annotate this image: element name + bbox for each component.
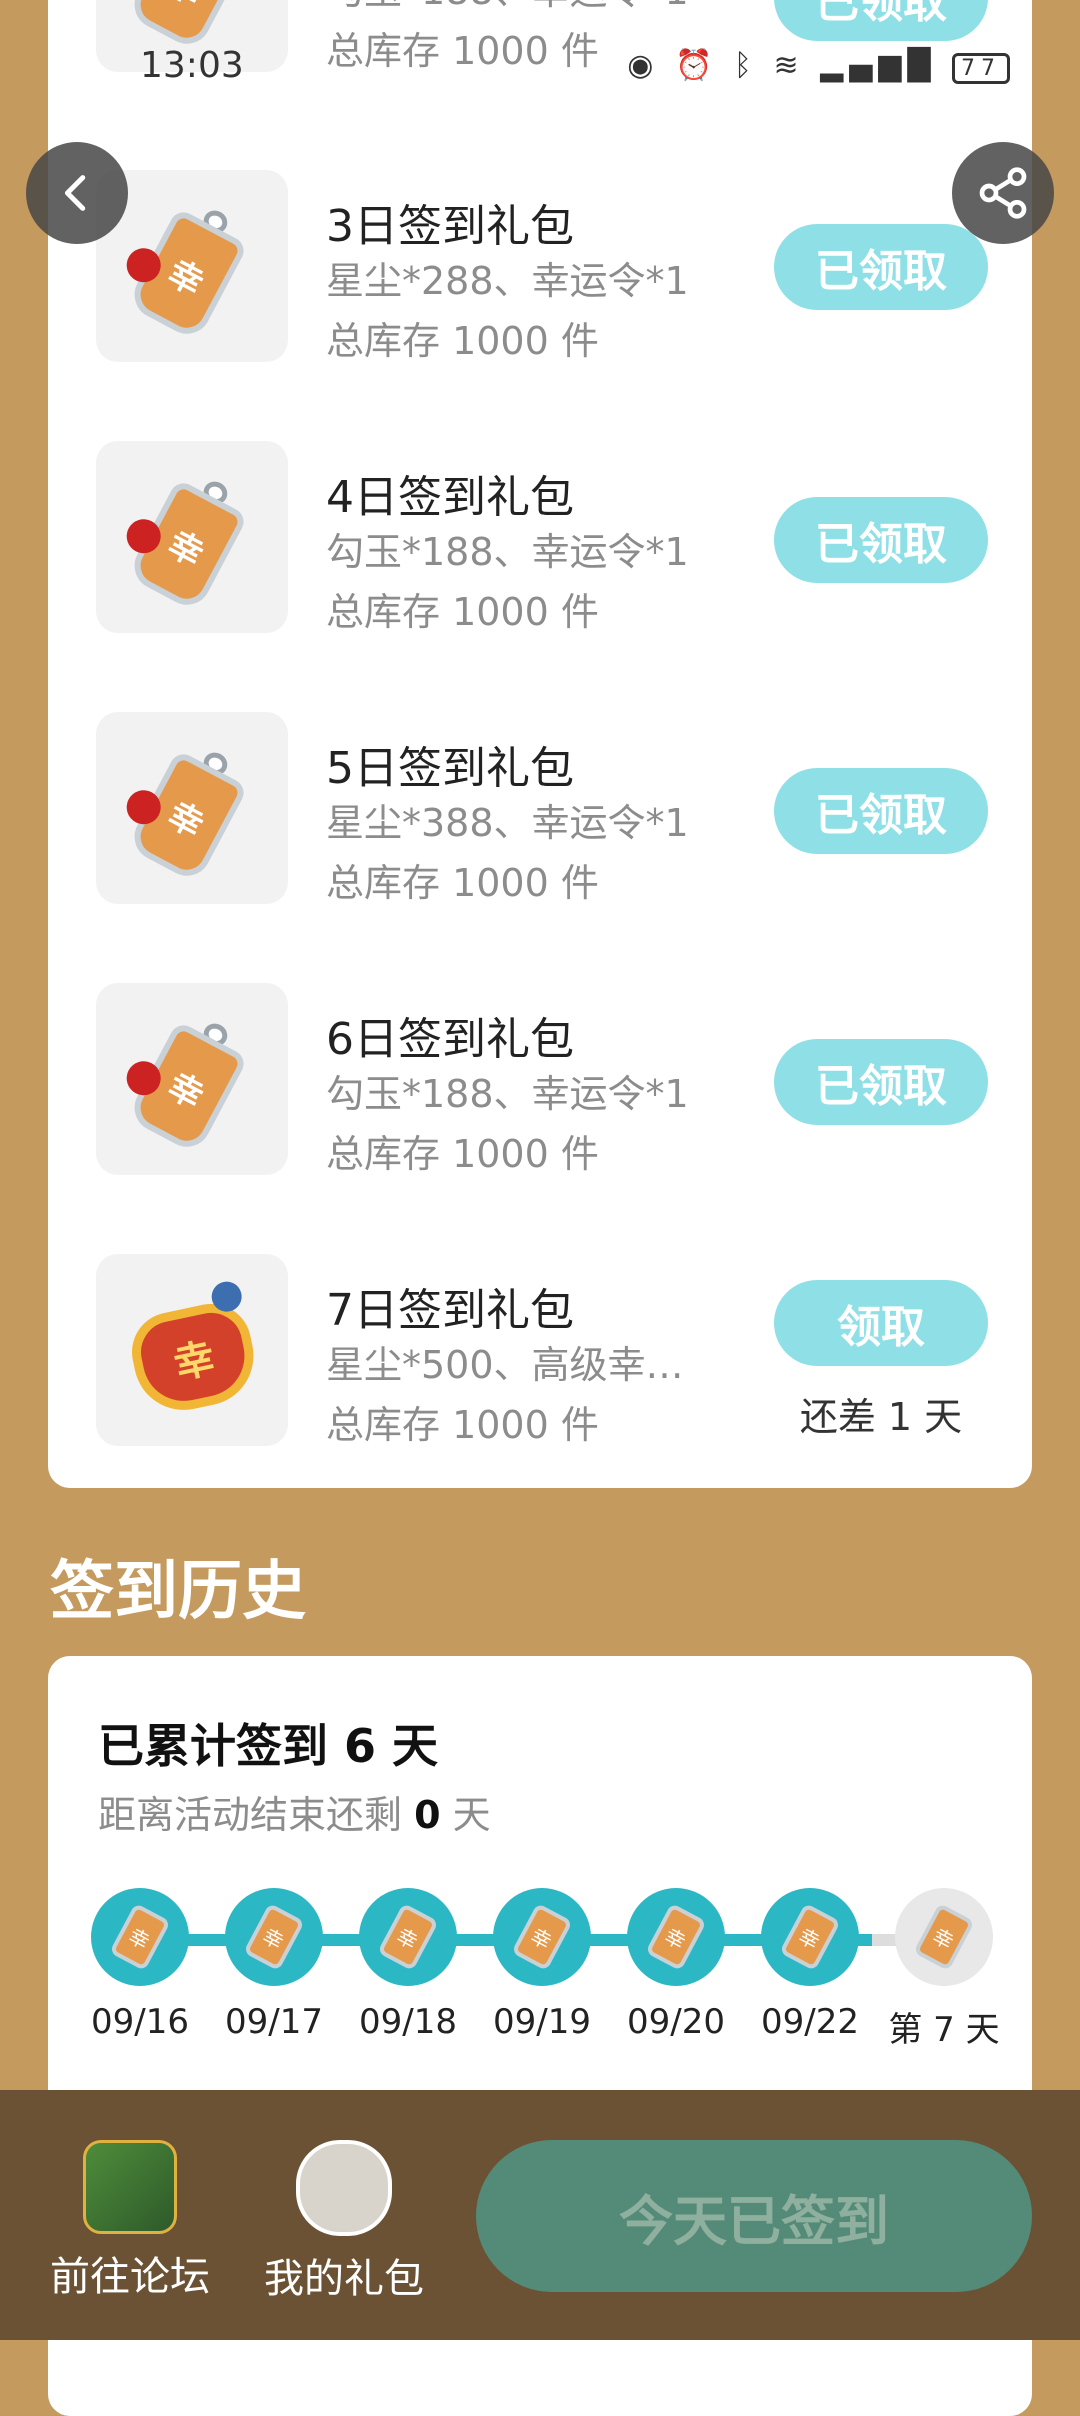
bluetooth-icon: ᛒ <box>733 48 758 83</box>
gift-title: 3日签到礼包 <box>326 201 574 252</box>
eye-icon: ◉ <box>627 48 660 83</box>
gift-thumbnail: 幸 <box>96 983 288 1175</box>
day-label: 09/19 <box>493 2002 591 2042</box>
my-gifts-nav[interactable]: 我的礼包 <box>254 2140 434 2304</box>
pending-day-dot: 幸 <box>895 1888 993 1986</box>
my-gifts-label: 我的礼包 <box>264 2256 424 2302</box>
wifi-icon: ≋ <box>773 48 805 83</box>
forum-game-icon <box>83 2140 177 2234</box>
gift-stock: 总库存 1000 件 <box>326 1403 599 1447</box>
gift-row-6-day: 幸 6日签到礼包 勾玉*188、幸运令*1 总库存 1000 件 已领取 <box>48 983 1032 1223</box>
history-day: 幸 09/19 <box>492 1888 592 2042</box>
day-label: 09/18 <box>359 2002 457 2042</box>
gift-stock: 总库存 1000 件 <box>326 590 599 634</box>
gift-list-card: 幸 勾玉*188、幸运令*1 总库存 1000 件 已领取 幸 3日签到礼包 星… <box>48 0 1032 1488</box>
gift-row-3-day: 幸 3日签到礼包 星尘*288、幸运令*1 总库存 1000 件 已领取 <box>48 170 1032 410</box>
total-checkin-count: 已累计签到 6 天 <box>98 1719 439 1773</box>
claimed-button[interactable]: 已领取 <box>774 224 988 310</box>
lucky-tag-icon: 幸 <box>377 1902 439 1972</box>
history-day: 幸 09/22 <box>760 1888 860 2042</box>
checked-day-dot: 幸 <box>761 1888 859 1986</box>
checked-day-dot: 幸 <box>359 1888 457 1986</box>
share-button[interactable] <box>952 142 1054 244</box>
history-day: 幸 09/17 <box>224 1888 324 2042</box>
history-section-title: 签到历史 <box>50 1555 306 1629</box>
gift-row-5-day: 幸 5日签到礼包 星尘*388、幸运令*1 总库存 1000 件 已领取 <box>48 712 1032 952</box>
checked-day-dot: 幸 <box>627 1888 725 1986</box>
day-label: 09/22 <box>761 2002 859 2042</box>
lucky-tag-icon: 幸 <box>913 1902 975 1972</box>
lucky-tag-icon: 幸 <box>779 1902 841 1972</box>
history-day: 幸 09/16 <box>90 1888 190 2042</box>
bottom-bar: 前往论坛 我的礼包 今天已签到 <box>0 2090 1080 2340</box>
day-label: 09/17 <box>225 2002 323 2042</box>
gift-thumbnail: 幸 <box>96 1254 288 1446</box>
gift-stock: 总库存 1000 件 <box>326 1132 599 1176</box>
activity-end-countdown: 距离活动结束还剩 0 天 <box>98 1793 491 1837</box>
day-label: 第 7 天 <box>888 2010 1000 2050</box>
checked-day-dot: 幸 <box>493 1888 591 1986</box>
claimed-button[interactable]: 已领取 <box>774 1039 988 1125</box>
chevron-left-icon <box>64 175 86 211</box>
claimed-button[interactable]: 已领取 <box>774 768 988 854</box>
gift-title: 6日签到礼包 <box>326 1014 574 1065</box>
forum-nav[interactable]: 前往论坛 <box>40 2140 220 2302</box>
checked-day-dot: 幸 <box>91 1888 189 1986</box>
gift-title: 5日签到礼包 <box>326 743 574 794</box>
gold-lucky-tag-icon: 幸 <box>116 1278 268 1422</box>
battery-icon: 77 <box>952 53 1010 84</box>
gift-stock: 总库存 1000 件 <box>326 861 599 905</box>
avatar-gift-icon <box>296 2140 392 2236</box>
day-label: 09/16 <box>91 2002 189 2042</box>
gift-row-4-day: 幸 4日签到礼包 勾玉*188、幸运令*1 总库存 1000 件 已领取 <box>48 441 1032 681</box>
day-label: 09/20 <box>627 2002 725 2042</box>
gift-row-7-day: 幸 7日签到礼包 星尘*500、高级幸… 总库存 1000 件 领取 还差 1 … <box>48 1254 1032 1494</box>
lucky-tag-icon: 幸 <box>511 1902 573 1972</box>
status-bar: 13:03 ◉ ⏰ ᛒ ≋ ▂▄▆█ 77 <box>0 0 1080 130</box>
checked-day-dot: 幸 <box>225 1888 323 1986</box>
gift-description: 星尘*500、高级幸… <box>326 1343 684 1387</box>
gift-thumbnail: 幸 <box>96 441 288 633</box>
days-remaining-label: 还差 1 天 <box>799 1395 963 1439</box>
gift-title: 7日签到礼包 <box>326 1285 574 1336</box>
checked-in-button[interactable]: 今天已签到 <box>476 2140 1032 2292</box>
gift-description: 勾玉*188、幸运令*1 <box>326 1072 689 1116</box>
lucky-tag-icon: 幸 <box>117 727 266 889</box>
gift-thumbnail: 幸 <box>96 712 288 904</box>
gift-description: 星尘*388、幸运令*1 <box>326 801 689 845</box>
gift-stock: 总库存 1000 件 <box>326 319 599 363</box>
status-icons: ◉ ⏰ ᛒ ≋ ▂▄▆█ 77 <box>627 48 1010 84</box>
lucky-tag-icon: 幸 <box>117 185 266 347</box>
forum-label: 前往论坛 <box>50 2254 210 2300</box>
gift-description: 星尘*288、幸运令*1 <box>326 259 689 303</box>
history-day: 幸 09/20 <box>626 1888 726 2042</box>
history-day: 幸 第 7 天 <box>888 1888 1000 2051</box>
status-time: 13:03 <box>140 45 244 86</box>
lucky-tag-icon: 幸 <box>109 1902 171 1972</box>
claimed-button[interactable]: 已领取 <box>774 497 988 583</box>
alarm-icon: ⏰ <box>675 48 719 83</box>
history-day: 幸 09/18 <box>358 1888 458 2042</box>
back-button[interactable] <box>26 142 128 244</box>
4g-signal-icon: ▂▄▆█ <box>820 48 937 83</box>
lucky-tag-icon: 幸 <box>117 998 266 1160</box>
gift-description: 勾玉*188、幸运令*1 <box>326 530 689 574</box>
claim-button[interactable]: 领取 <box>774 1280 988 1366</box>
share-icon <box>979 167 1027 219</box>
lucky-tag-icon: 幸 <box>117 456 266 618</box>
lucky-tag-icon: 幸 <box>243 1902 305 1972</box>
lucky-tag-icon: 幸 <box>645 1902 707 1972</box>
gift-title: 4日签到礼包 <box>326 472 574 523</box>
